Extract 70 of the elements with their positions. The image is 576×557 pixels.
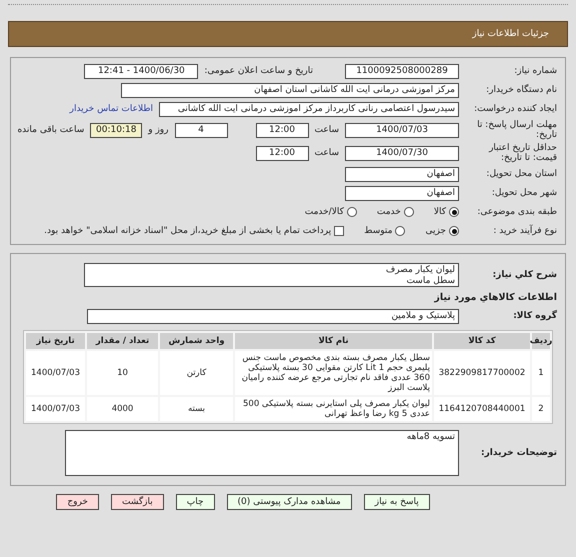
table-cell: لیوان یکبار مصرف پلی استایرنی بسته پلاستیکی 500 عددی 5 kg رضا واعظ تهرانی <box>235 397 432 421</box>
table-cell: 1400/07/03 <box>26 351 85 395</box>
page-title: جزئیات اطلاعات نیاز <box>472 29 549 39</box>
requester-field[interactable]: سیدرسول اعتصامی رنانی کاربرداز مرکز اموزشی درمانی ایت الله کاشانی <box>159 102 459 116</box>
table-cell: 1 <box>532 351 550 395</box>
countdown-field: 00:10:18 <box>90 122 142 138</box>
field-label: نوع فرآیند خرید : <box>492 226 557 236</box>
city-field[interactable]: اصفهان <box>345 186 459 200</box>
field-label: توضیحات خریدار: <box>480 448 557 458</box>
table-cell: 3822909817700002 <box>434 351 530 395</box>
action-button[interactable]: بازگشت <box>111 494 164 510</box>
radio-label: متوسط <box>364 226 392 236</box>
deadline-time-field[interactable]: 12:00 <box>256 122 308 138</box>
buyer-org-field[interactable]: مرکز اموزشی درمانی ایت الله کاشانی استان اصفهان <box>121 82 459 98</box>
table-cell: 1164120708440001 <box>434 397 530 421</box>
field-label: شماره نیاز: <box>513 66 557 76</box>
table-cell: 1400/07/03 <box>26 397 85 421</box>
days-field[interactable]: 4 <box>174 122 228 138</box>
field-label: روز و <box>148 125 168 135</box>
action-button[interactable]: مشاهده مدارک پیوستی (0) <box>226 494 352 510</box>
radio-label: جزیی <box>425 226 446 236</box>
validity-time-field[interactable]: 12:00 <box>256 146 308 160</box>
table-cell: کارتن <box>160 351 233 395</box>
action-button[interactable]: چاپ <box>176 494 215 510</box>
table-cell: 2 <box>532 397 550 421</box>
field-label: ساعت <box>314 148 339 158</box>
contact-link[interactable]: اطلاعات تماس خریدار <box>70 104 153 114</box>
field-label: استان محل تحویل: <box>485 169 557 179</box>
column-header: واحد شمارش <box>160 333 233 349</box>
field-label: گروه کالا: <box>512 311 557 321</box>
field-label: ساعت باقی مانده <box>17 125 84 135</box>
section-heading: اطلاعات کالاهاي مورد نياز <box>433 292 557 303</box>
table-cell: سطل یکبار مصرف بسته بندی مخصوص ماست جنس پلیمری حجم 1 Lit کارتن مقوایی 30 بسته پلاستیکی 360 عددی فاقد نام تجارتی مرجع عرضه کننده رامیان پلاست البرز <box>235 351 432 395</box>
radio-label: کالا <box>434 207 446 217</box>
radio-label: کالا/خدمت <box>304 207 344 217</box>
table-cell: 10 <box>87 351 158 395</box>
checkbox[interactable] <box>334 226 344 236</box>
column-header: ردیف <box>532 333 550 349</box>
description-field[interactable]: لیوان یکبار مصرف سطل ماست <box>84 263 459 287</box>
field-label: حداقل تاریخ اعتبار قیمت: تا تاریخ: <box>488 143 557 163</box>
field-label: طبقه بندی موضوعی: <box>476 207 557 217</box>
column-header: تعداد / مقدار <box>87 333 158 349</box>
announce-date-field[interactable]: 1400/06/30 - 12:41 <box>84 64 198 78</box>
field-label: تاریخ و ساعت اعلان عمومی: <box>204 66 313 76</box>
need-number-field[interactable]: 1100092508000289 <box>345 64 459 78</box>
column-header: تاریخ نیاز <box>26 333 85 349</box>
field-label: ساعت <box>314 125 339 135</box>
column-header: نام کالا <box>235 333 432 349</box>
radio-label: خدمت <box>376 207 401 217</box>
radio-button[interactable] <box>395 226 406 236</box>
radio-button[interactable] <box>346 207 357 217</box>
radio-button[interactable] <box>449 226 459 236</box>
province-field[interactable]: اصفهان <box>345 166 459 182</box>
field-label: شرح کلي نياز: <box>492 270 557 280</box>
radio-button[interactable] <box>404 207 414 217</box>
table-cell: 4000 <box>87 397 158 421</box>
action-button[interactable]: خروج <box>56 494 99 510</box>
field-label: ایجاد کننده درخواست: <box>473 104 557 114</box>
column-header: کد کالا <box>434 333 530 349</box>
radio-button[interactable] <box>449 207 459 217</box>
validity-date-field[interactable]: 1400/07/30 <box>345 146 459 160</box>
field-label: مهلت ارسال پاسخ: تا تاریخ: <box>476 120 557 140</box>
field-label: شهر محل تحویل: <box>490 188 557 198</box>
table-cell: بسته <box>160 397 233 421</box>
goods-group-field[interactable]: پلاستیک و ملامین <box>87 308 459 324</box>
buyer-notes-field[interactable]: تسویه 8ماهه <box>65 430 459 476</box>
checkbox-label: پرداخت تمام یا بخشی از مبلغ خرید،از محل "اسناد خزانه اسلامی" خواهد بود. <box>44 226 332 236</box>
field-label: نام دستگاه خریدار: <box>485 85 557 95</box>
deadline-date-field[interactable]: 1400/07/03 <box>345 122 459 138</box>
action-button[interactable]: پاسخ به نیاز <box>364 494 430 510</box>
